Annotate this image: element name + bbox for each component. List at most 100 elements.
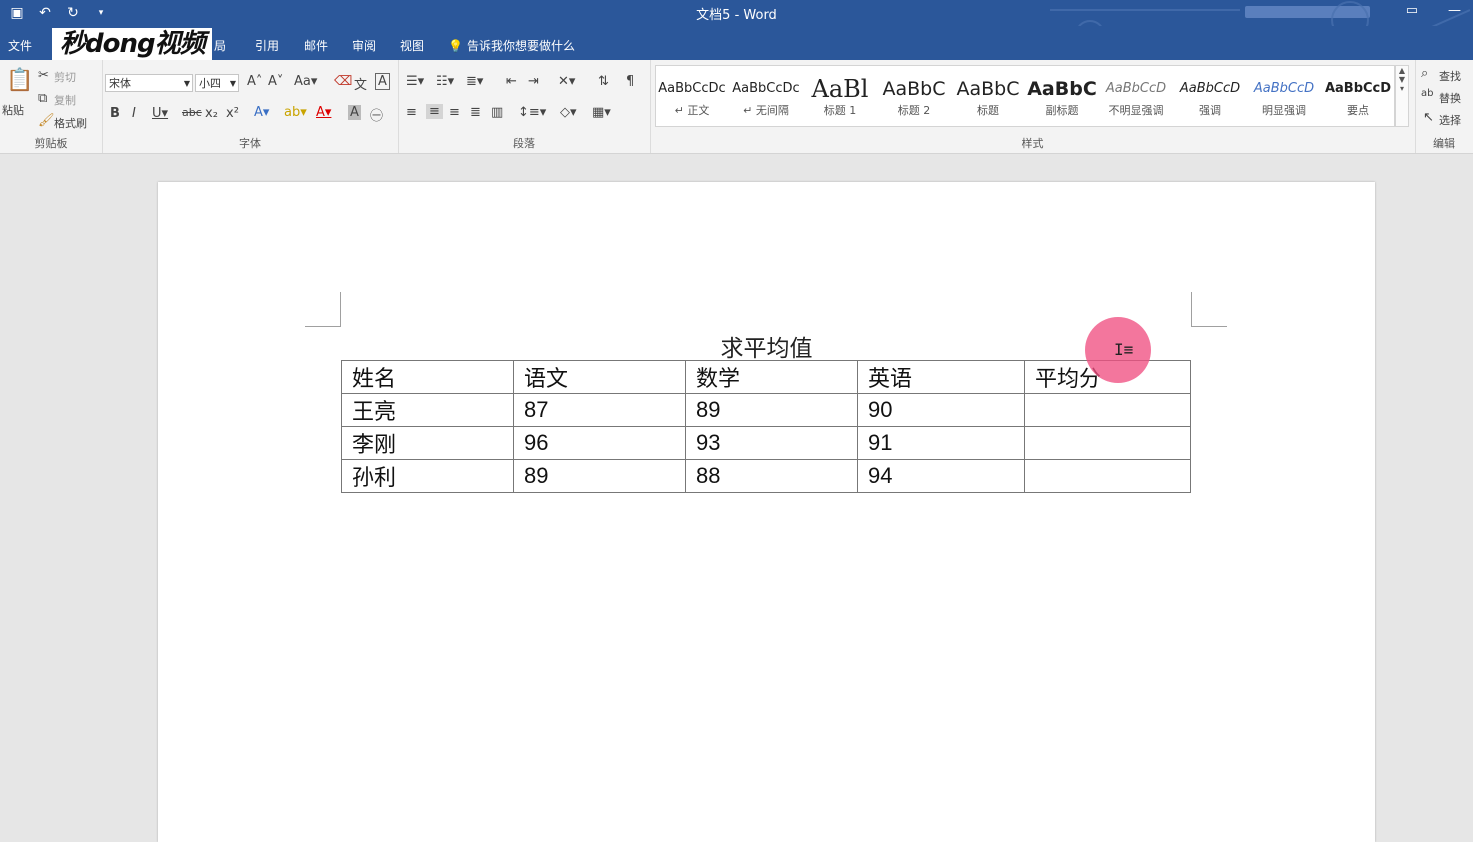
copy-button[interactable]: 复制 — [54, 92, 76, 108]
table-cell[interactable]: 孙利 — [341, 459, 514, 493]
underline-icon[interactable]: U▾ — [152, 106, 168, 121]
increase-indent-icon[interactable]: ⇥ — [528, 74, 539, 89]
paste-icon[interactable]: 📋 — [6, 68, 33, 93]
style-heading-1[interactable]: AaBl 标题 1 — [804, 66, 876, 126]
find-button[interactable]: 查找 — [1439, 68, 1461, 84]
table-cell[interactable]: 89 — [513, 459, 686, 493]
table-cell[interactable]: 93 — [685, 426, 858, 460]
table-cell[interactable] — [1024, 426, 1191, 460]
distributed-icon[interactable]: ▥ — [491, 105, 503, 120]
table-cell[interactable]: 王亮 — [341, 393, 514, 427]
numbering-icon[interactable]: ☷▾ — [436, 74, 454, 89]
margin-corner-tr — [1191, 326, 1227, 327]
table-header-row: 姓名 语文 数学 英语 平均分 — [341, 360, 1191, 394]
table-cell[interactable]: 88 — [685, 459, 858, 493]
style-subtitle[interactable]: AaBbC 副标题 — [1026, 66, 1098, 126]
table-header-cell[interactable]: 英语 — [857, 360, 1025, 394]
document-heading[interactable]: 求平均值 — [158, 329, 1375, 363]
font-size-combo[interactable]: 小四 ▼ — [195, 74, 239, 92]
clipboard-group: 📋 粘贴 ✂ 剪切 ⧉ 复制 🖌 格式刷 剪贴板 — [0, 60, 103, 153]
phonetic-guide-icon[interactable]: 文 — [354, 74, 367, 93]
table-cell[interactable]: 李刚 — [341, 426, 514, 460]
table-cell[interactable] — [1024, 393, 1191, 427]
style-strong[interactable]: AaBbCcD 要点 — [1322, 66, 1394, 126]
table-header-cell[interactable]: 语文 — [513, 360, 686, 394]
strikethrough-icon[interactable]: abc — [182, 106, 202, 119]
select-button[interactable]: 选择 — [1439, 112, 1461, 128]
shrink-font-icon[interactable]: A˅ — [268, 74, 283, 89]
highlight-icon[interactable]: ab▾ — [284, 105, 307, 120]
replace-button[interactable]: 替换 — [1439, 90, 1461, 106]
table-cell[interactable]: 87 — [513, 393, 686, 427]
editing-group: ⌕ 查找 ab 替换 ↖ 选择 编辑 — [1415, 60, 1473, 153]
show-marks-icon[interactable]: ¶ — [626, 74, 634, 89]
borders-icon[interactable]: ▦▾ — [592, 105, 611, 120]
table-cell[interactable]: 90 — [857, 393, 1025, 427]
grades-table[interactable]: 姓名 语文 数学 英语 平均分 王亮 87 89 90 李刚 96 93 91 … — [341, 360, 1191, 493]
justify-icon[interactable]: ≣ — [470, 105, 481, 120]
tab-mailings[interactable]: 邮件 — [304, 37, 328, 54]
table-cell[interactable] — [1024, 459, 1191, 493]
text-effects-icon[interactable]: A▾ — [254, 105, 269, 120]
change-case-icon[interactable]: Aa▾ — [294, 74, 317, 89]
format-painter-button[interactable]: 格式刷 — [54, 115, 87, 131]
lightbulb-icon: 💡 — [448, 38, 463, 53]
table-cell[interactable]: 89 — [685, 393, 858, 427]
table-cell[interactable]: 91 — [857, 426, 1025, 460]
font-name-value: 宋体 — [109, 77, 131, 90]
subscript-icon[interactable]: x₂ — [205, 106, 218, 121]
tab-view[interactable]: 视图 — [400, 37, 424, 54]
style-intense-emphasis[interactable]: AaBbCcD 明显强调 — [1248, 66, 1320, 126]
align-right-icon[interactable]: ≡ — [449, 105, 460, 120]
font-color-icon[interactable]: A▾ — [316, 105, 331, 120]
tab-references[interactable]: 引用 — [255, 37, 279, 54]
font-name-combo[interactable]: 宋体 ▼ — [105, 74, 193, 92]
char-shading-icon[interactable]: A — [348, 105, 361, 120]
document-page[interactable]: 求平均值 姓名 语文 数学 英语 平均分 王亮 87 89 90 李刚 96 9… — [158, 182, 1375, 842]
table-row: 李刚 96 93 91 — [341, 426, 1191, 460]
superscript-icon[interactable]: x² — [226, 106, 239, 121]
style-emphasis[interactable]: AaBbCcD 强调 — [1174, 66, 1246, 126]
clipboard-group-label: 剪贴板 — [34, 137, 68, 150]
enclose-char-icon[interactable]: ㊀ — [370, 105, 383, 124]
styles-gallery-scroll[interactable]: ▲ ▼ ▾ — [1395, 65, 1409, 127]
tab-review[interactable]: 审阅 — [352, 37, 376, 54]
style-subtle-emphasis[interactable]: AaBbCcD 不明显强调 — [1100, 66, 1172, 126]
search-icon[interactable]: ⌕ — [1421, 66, 1428, 81]
style-heading-2[interactable]: AaBbC 标题 2 — [878, 66, 950, 126]
italic-icon[interactable]: I — [132, 106, 136, 121]
clear-format-icon[interactable]: ⌫ — [334, 74, 352, 89]
style-title[interactable]: AaBbC 标题 — [952, 66, 1024, 126]
asian-layout-icon[interactable]: ✕▾ — [558, 74, 575, 89]
table-cell[interactable]: 96 — [513, 426, 686, 460]
copy-icon[interactable]: ⧉ — [38, 91, 47, 106]
shading-icon[interactable]: ◇▾ — [560, 105, 577, 120]
bullets-icon[interactable]: ☰▾ — [406, 74, 424, 89]
bold-icon[interactable]: B — [110, 106, 120, 121]
align-center-icon[interactable]: ≡ — [426, 104, 443, 119]
ribbon: 📋 粘贴 ✂ 剪切 ⧉ 复制 🖌 格式刷 剪贴板 宋体 ▼ 小四 ▼ A˄ A˅ A… — [0, 60, 1473, 154]
decrease-indent-icon[interactable]: ⇤ — [506, 74, 517, 89]
chevron-down-icon: ▼ — [229, 79, 236, 88]
table-header-cell[interactable]: 数学 — [685, 360, 858, 394]
sort-icon[interactable]: ⇅ — [598, 74, 609, 89]
tell-me-search[interactable]: 💡 告诉我你想要做什么 — [448, 37, 575, 54]
tab-file[interactable]: 文件 — [8, 37, 32, 54]
line-spacing-icon[interactable]: ↕≡▾ — [518, 105, 546, 120]
table-header-cell[interactable]: 姓名 — [341, 360, 514, 394]
style-no-spacing[interactable]: AaBbCcDc ↵ 无间隔 — [730, 66, 802, 126]
paragraph-group-label: 段落 — [513, 137, 535, 150]
grow-font-icon[interactable]: A˄ — [247, 74, 262, 89]
cut-button[interactable]: 剪切 — [54, 69, 76, 85]
table-cell[interactable]: 94 — [857, 459, 1025, 493]
style-normal[interactable]: AaBbCcDc ↵ 正文 — [656, 66, 728, 126]
cut-icon[interactable]: ✂ — [38, 68, 49, 83]
paste-button[interactable]: 粘贴 — [2, 102, 24, 118]
replace-icon[interactable]: ab — [1421, 88, 1433, 99]
multilevel-list-icon[interactable]: ≣▾ — [466, 74, 483, 89]
tab-layout[interactable]: 局 — [214, 37, 226, 54]
format-painter-icon[interactable]: 🖌 — [38, 113, 55, 128]
char-border-icon[interactable]: A — [375, 73, 390, 90]
align-left-icon[interactable]: ≡ — [406, 105, 417, 120]
select-icon[interactable]: ↖ — [1423, 110, 1434, 125]
